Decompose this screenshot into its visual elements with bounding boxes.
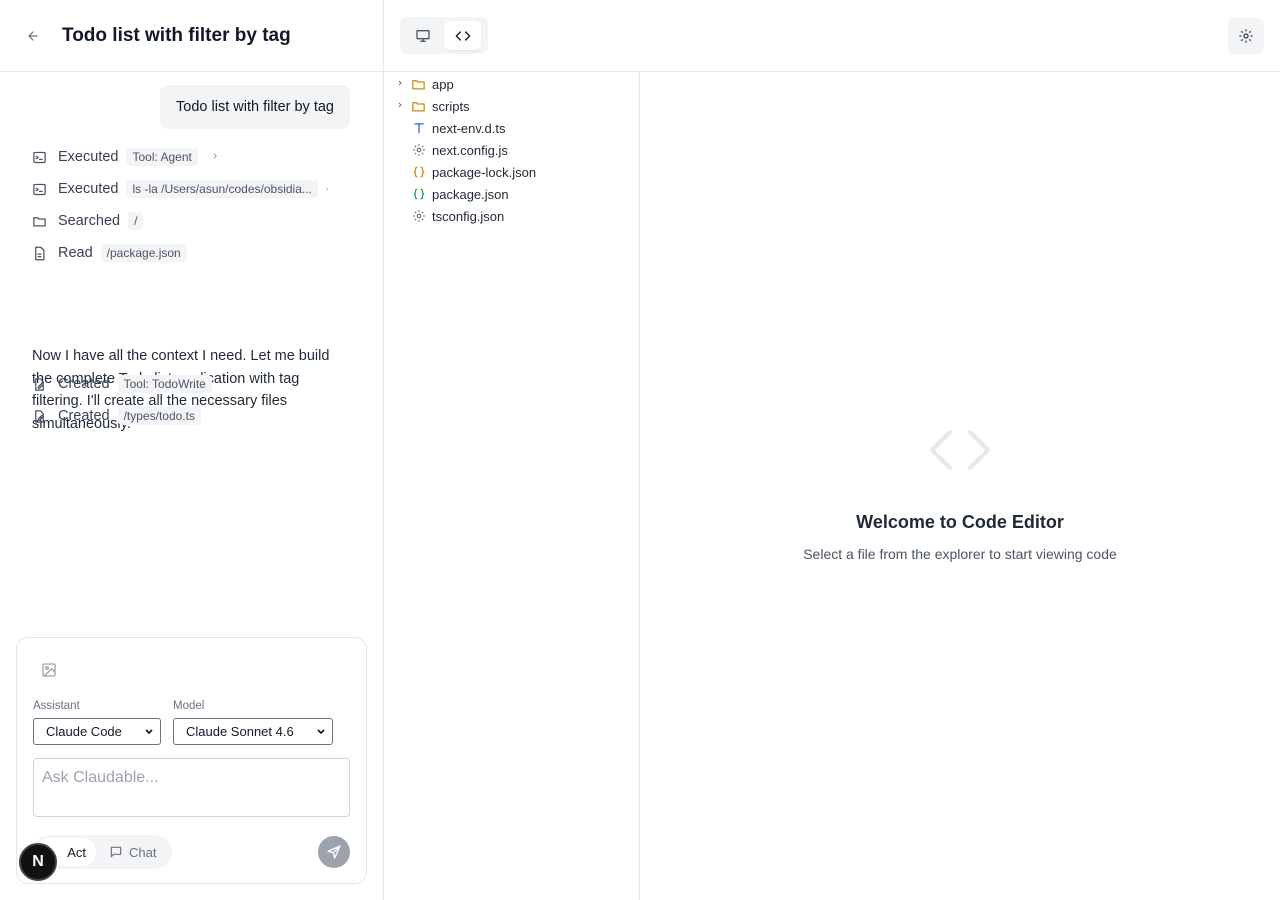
model-select[interactable]: Claude Sonnet 4.6 [173,718,333,745]
chevron-right-icon[interactable] [324,185,330,194]
gear-icon [411,209,426,224]
act-label: Act [67,844,86,860]
file-name: package-lock.json [432,164,537,180]
user-message-bubble: Todo list with filter by tag [160,85,350,129]
file-name: next.config.js [432,142,508,158]
code-view-button[interactable] [444,21,481,50]
chat-bubble-icon [110,846,122,858]
folder-icon [411,77,426,92]
file-icon [32,245,48,261]
chevron-down-icon [145,729,153,735]
tool-row-executed-ls[interactable]: Executed ls -la /Users/asun/codes/obsidi… [32,179,330,199]
gear-icon [1239,29,1253,43]
image-upload-icon[interactable] [41,662,59,680]
gear-icon [411,143,426,158]
tool-tag: / [128,212,144,230]
app-window: Todo list with filter by tag Todo list w… [0,0,1280,900]
tool-row-executed-agent[interactable]: Executed Tool: Agent [32,147,220,167]
folder-icon [411,99,426,114]
code-editor: Welcome to Code Editor Select a file fro… [640,72,1280,900]
welcome-state: Welcome to Code Editor Select a file fro… [640,428,1280,562]
explorer-file-package-json[interactable]: package.json [384,183,639,205]
file-name: package.json [432,186,509,202]
tool-row-searched[interactable]: Searched / [32,211,144,231]
model-label: Model [173,700,205,712]
tool-tag: Tool: TodoWrite [117,375,212,393]
file-name: app [432,76,454,92]
settings-button[interactable] [1228,18,1264,54]
terminal-icon [32,181,48,197]
tool-verb: Read [58,245,93,261]
json-icon [411,187,426,202]
explorer-folder-app[interactable]: app [384,73,639,95]
chevron-right-icon [396,101,404,112]
assistant-select[interactable]: Claude Code [33,718,161,745]
file-name: next-env.d.ts [432,120,506,136]
chat-label: Chat [129,844,157,860]
tool-verb: Searched [58,213,121,229]
file-explorer: app scripts next-env.d.ts next.config.js [384,72,640,900]
assistant-select-value: Claude Code [46,724,122,739]
tool-verb: Executed [58,149,119,165]
next-dev-badge[interactable]: N [19,843,57,881]
explorer-file-tsconfig[interactable]: tsconfig.json [384,205,639,227]
json-icon [411,165,426,180]
tool-row-read[interactable]: Read /package.json [32,243,187,263]
assistant-label: Assistant [33,700,80,712]
monitor-icon [415,29,430,42]
file-edit-icon [32,408,48,424]
chat-mode-button[interactable]: Chat [109,835,156,869]
code-panel-body: app scripts next-env.d.ts next.config.js [384,72,1280,900]
code-icon [930,430,990,470]
tool-tag: /types/todo.ts [117,407,201,425]
composer: Assistant Model Claude Code Claude Sonne… [16,637,367,884]
terminal-icon [32,149,48,165]
welcome-subtitle: Select a file from the explorer to start… [803,546,1117,562]
code-panel-header [384,0,1280,72]
code-panel: app scripts next-env.d.ts next.config.js [384,0,1280,900]
welcome-title: Welcome to Code Editor [856,512,1064,532]
chevron-down-icon [317,729,325,735]
back-arrow-icon[interactable] [24,27,42,45]
explorer-file-next-env[interactable]: next-env.d.ts [384,117,639,139]
tool-tag: Tool: Agent [126,148,198,166]
code-icon [455,30,470,41]
tool-verb: Executed [58,181,119,197]
file-edit-icon [32,376,48,392]
chevron-right-icon [396,79,404,90]
tool-verb: Created [58,408,110,424]
chat-header: Todo list with filter by tag [0,0,383,72]
prompt-input[interactable] [33,758,350,817]
tool-tag: /package.json [100,244,187,262]
chevron-right-icon[interactable] [210,150,220,164]
send-button[interactable] [318,836,350,868]
typescript-icon [411,121,426,136]
folder-icon [32,213,48,229]
tool-tag: ls -la /Users/asun/codes/obsidia... [126,180,318,198]
page-title: Todo list with filter by tag [62,24,291,46]
chat-panel: Todo list with filter by tag Todo list w… [0,0,384,900]
explorer-file-package-lock[interactable]: package-lock.json [384,161,639,183]
tool-verb: Created [58,376,110,392]
tool-row-created-todo-ts[interactable]: Created /types/todo.ts [32,406,201,426]
send-icon [327,845,341,859]
model-select-value: Claude Sonnet 4.6 [186,724,294,739]
explorer-folder-scripts[interactable]: scripts [384,95,639,117]
file-name: tsconfig.json [432,208,505,224]
tool-row-created-todowrite[interactable]: Created Tool: TodoWrite [32,374,212,394]
file-name: scripts [432,98,470,114]
preview-view-button[interactable] [404,21,441,50]
explorer-file-next-config[interactable]: next.config.js [384,139,639,161]
view-toggle [400,17,488,54]
